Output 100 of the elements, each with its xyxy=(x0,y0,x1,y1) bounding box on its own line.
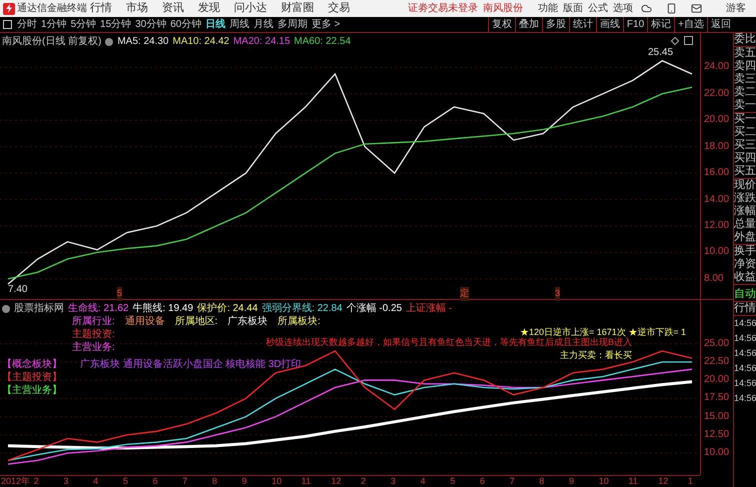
period-tab[interactable]: 分时 xyxy=(17,17,37,32)
time-axis-label: 6 xyxy=(152,476,158,487)
menu-item[interactable]: 问小达 xyxy=(234,0,267,17)
quote-label: 买三 xyxy=(734,139,756,152)
period-tab[interactable]: 更多 > xyxy=(312,17,340,32)
indicator-value: 生命线: 21.62 xyxy=(68,302,129,315)
time-axis-label: 9 xyxy=(242,476,247,487)
time-axis-label: 4 xyxy=(420,476,426,487)
quote-label: 买一 xyxy=(734,113,756,126)
price-axis-label: 22.50 xyxy=(704,356,730,367)
info-text: 主题投资: xyxy=(72,328,115,341)
time-axis-label: 10 xyxy=(272,476,282,487)
info-text: 通用设备 xyxy=(124,315,165,328)
time-axis-label: 3 xyxy=(63,476,68,487)
chart-tool-button[interactable]: F10 xyxy=(622,17,648,32)
time-axis-label: 5 xyxy=(122,476,128,487)
period-tab[interactable]: 15分钟 xyxy=(100,17,132,32)
time-axis-label: 6 xyxy=(480,476,485,487)
period-tab[interactable]: 30分钟 xyxy=(135,17,166,32)
indicator-value: 保护价: 24.44 xyxy=(197,302,258,315)
stat-note: ★120日逆市上涨= 1671次 ★逆市下跌= 1 xyxy=(520,326,686,338)
chart-tool-button[interactable]: 复权 xyxy=(488,17,515,32)
quote-label: 现价 xyxy=(734,179,756,192)
time-axis-label: 12 xyxy=(658,476,668,487)
ma-value: MA20: 24.15 xyxy=(233,35,290,49)
time-axis-label: 2 xyxy=(360,476,366,487)
time-axis-label: 2 xyxy=(34,476,39,487)
section-label: 【主营业务】 xyxy=(2,384,62,397)
event-marker: 5 xyxy=(117,287,122,300)
quote-label: 买五 xyxy=(734,165,756,179)
time-axis-label: 12 xyxy=(331,476,342,487)
period-tab[interactable]: 1分钟 xyxy=(41,17,67,32)
price-axis-label: 16.00 xyxy=(704,168,730,178)
price-axis-label: 20.00 xyxy=(704,115,730,126)
time-axis-label: 11 xyxy=(628,476,638,487)
quote-label: 净资 xyxy=(734,258,756,271)
trade-time: 14:56 xyxy=(734,377,756,390)
period-tab[interactable]: 日线 xyxy=(206,17,226,32)
toolbar-menu-item[interactable]: 版面 xyxy=(563,1,583,16)
price-axis-label: 24.00 xyxy=(704,62,730,72)
menu-item[interactable]: 行情 xyxy=(90,0,112,17)
period-tab[interactable]: 多周期 xyxy=(278,17,308,32)
auto-tab[interactable]: 自动 xyxy=(734,288,756,301)
chart-tool-button[interactable]: 标记 xyxy=(647,17,674,32)
price-axis-label: 15.00 xyxy=(704,412,730,422)
price-axis-label: 17.50 xyxy=(704,393,730,404)
quote-label: 涨跌 xyxy=(734,192,756,205)
price-axis-label: 18.00 xyxy=(704,142,730,152)
menu-item[interactable]: 财富圈 xyxy=(281,0,314,17)
price-axis-label: 25.00 xyxy=(704,338,730,349)
chart-tool-button[interactable]: +自选 xyxy=(674,17,707,32)
trade-time: 14:56 xyxy=(734,347,756,360)
section-label: 【概念板块】 xyxy=(2,358,62,371)
chart-tool-button[interactable]: 叠加 xyxy=(514,17,542,32)
chart-tool-button[interactable]: 多股 xyxy=(542,17,569,32)
chart-tool-button[interactable]: 画线 xyxy=(596,17,623,32)
trade-time: 14:56 xyxy=(734,392,756,405)
market-tab[interactable]: 行情 xyxy=(734,301,756,316)
chart-title: 南风股份(日线 前复权) xyxy=(2,34,102,49)
indicator-value: 牛熊线: 19.49 xyxy=(132,302,194,315)
period-tab[interactable]: 60分钟 xyxy=(170,17,202,32)
quote-label: 外盘 xyxy=(734,231,756,245)
high-price-label: 25.45 xyxy=(648,46,674,60)
quote-label: 卖三 xyxy=(734,73,756,86)
quote-label: 收益 xyxy=(734,271,756,285)
event-marker: 定 xyxy=(460,287,469,300)
menu-item[interactable]: 市场 xyxy=(126,0,148,17)
indicator-value: 强弱分界线: 22.84 xyxy=(262,302,342,315)
menu-item[interactable]: 交易 xyxy=(328,0,350,17)
user-label[interactable]: 游客 xyxy=(726,1,746,16)
time-axis-label: 2012年 xyxy=(1,476,30,487)
menu-item[interactable]: 发现 xyxy=(198,0,220,17)
stock-name[interactable]: 南风股份 xyxy=(483,3,523,14)
quote-label: 涨幅 xyxy=(734,205,756,218)
login-status: 证劵交易未登录 xyxy=(408,2,478,16)
quote-label: 卖二 xyxy=(734,86,756,99)
menu-item[interactable]: 资讯 xyxy=(162,0,184,17)
quote-label: 委比 xyxy=(734,33,756,47)
time-axis-label: 9 xyxy=(569,476,574,487)
price-axis-label: 14.00 xyxy=(704,194,730,205)
toolbar-menu-item[interactable]: 选项 xyxy=(613,1,633,16)
period-tab[interactable]: 月线 xyxy=(254,17,274,32)
time-axis-label: 8 xyxy=(212,476,218,487)
price-axis-label: 12.00 xyxy=(704,220,730,231)
quote-label: 买四 xyxy=(734,152,756,165)
period-tab[interactable]: 5分钟 xyxy=(70,17,96,32)
signal-note: 秒级连续出现天数越多越好，如果信号且有鱼红色当天进，等先有鱼红后成且主图出现B进入 xyxy=(266,336,632,349)
chart-tool-button[interactable]: 返回 xyxy=(707,17,734,32)
toolbar-menu-item[interactable]: 功能 xyxy=(538,1,558,16)
info-text: 主营业务: xyxy=(72,341,115,354)
quote-label: 卖五 xyxy=(734,47,756,60)
event-marker: 3 xyxy=(555,287,560,300)
info-text: 所属地区: xyxy=(174,315,218,328)
chart-tool-button[interactable]: 统计 xyxy=(568,17,596,32)
quote-label: 总量 xyxy=(734,218,756,231)
trade-time: 14:56 xyxy=(734,332,756,345)
time-axis-label: 4 xyxy=(93,476,98,487)
time-axis-label: 8 xyxy=(539,476,544,487)
toolbar-menu-item[interactable]: 公式 xyxy=(588,1,608,16)
period-tab[interactable]: 周线 xyxy=(230,17,250,32)
